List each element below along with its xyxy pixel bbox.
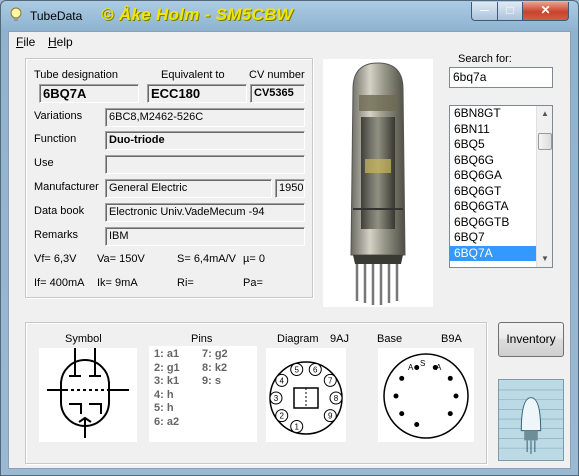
pin-entry: 8: k2 (202, 361, 228, 374)
base-diagram: S A A (378, 348, 474, 442)
base-pin-hole (393, 393, 399, 399)
base-pin-hole (447, 375, 453, 381)
manufacturer-field[interactable]: General Electric (105, 179, 272, 198)
designation-field[interactable]: 6BQ7A (39, 84, 139, 103)
inventory-button[interactable]: Inventory (498, 322, 564, 357)
pin-entry: 6: a2 (154, 415, 180, 428)
tube-symbol-diagram (39, 348, 137, 442)
pin-number: 8 (334, 394, 339, 403)
menu-file[interactable]: File (16, 35, 35, 49)
symbol-label: Symbol (65, 333, 102, 345)
spec-if: If= 400mA (34, 277, 85, 289)
window-title: TubeData (30, 9, 83, 23)
pin-entry: 7: g2 (202, 348, 228, 360)
remarks-label: Remarks (34, 229, 79, 241)
remarks-field[interactable]: IBM (105, 227, 305, 246)
diagram-code: 9AJ (330, 333, 349, 345)
tube-listbox[interactable]: 6BN8GT 6BN11 6BQ5 6BQ6G 6BQ6GA 6BQ6GT 6BQ6GTA 6… (449, 105, 553, 268)
base-pin-hole (447, 411, 453, 417)
base-mark-a1: A (408, 363, 414, 372)
pin-diagram: 1 234 5 6 789 (266, 348, 346, 442)
designation-label: Tube designation (34, 69, 118, 81)
spec-ri: Ri= (177, 277, 194, 289)
function-label: Function (34, 133, 77, 145)
base-mark-s: S (420, 359, 425, 368)
search-label: Search for: (458, 53, 512, 65)
pin-number: 4 (280, 376, 285, 385)
base-pin-hole (414, 364, 420, 370)
pin-entry: 9: s (202, 375, 221, 387)
menu-bar: File Help (9, 32, 570, 51)
equivalent-label: Equivalent to (161, 69, 225, 81)
databook-label: Data book (34, 205, 85, 217)
spec-vf: Vf= 6,3V (34, 253, 77, 265)
variations-field[interactable]: 6BC8,M2462-526C (105, 108, 305, 127)
pin-entry: 5: h (154, 402, 174, 414)
databook-field[interactable]: Electronic Univ.VadeMecum -94 (105, 203, 305, 222)
main-window: TubeData © Åke Holm - SM5CBW ─ □ ✕ File … (0, 0, 579, 476)
cv-label: CV number (249, 69, 305, 81)
pin-number: 9 (328, 412, 333, 421)
scrollbar-thumb[interactable] (538, 133, 552, 150)
pin-number: 2 (280, 412, 285, 421)
base-label: Base (377, 333, 403, 345)
spec-mu: µ= 0 (243, 253, 265, 265)
light-bulb-icon (10, 7, 22, 21)
client-area: File Help Tube designation Equivalent to… (8, 31, 571, 469)
base-code: B9A (441, 333, 462, 345)
function-field[interactable]: Duo-triode (105, 131, 305, 150)
variations-label: Variations (34, 110, 83, 122)
pins-list: 1: a1 2: g1 3: k1 4: h 5: h 6: a2 7: g2 8: k2 9:… (149, 346, 257, 442)
pin-number: 3 (274, 394, 279, 403)
close-button[interactable]: ✕ (522, 2, 569, 21)
tube-photo (323, 59, 433, 307)
author-watermark: © Åke Holm - SM5CBW (101, 5, 294, 24)
spec-va: Va= 150V (97, 253, 145, 265)
year-field[interactable]: 1950 (275, 179, 305, 198)
pin-entry: 4: h (154, 388, 174, 401)
scroll-down-arrow-icon[interactable]: ▼ (537, 251, 552, 267)
base-mark-a2: A (436, 363, 442, 372)
diagram-label: Diagram (277, 333, 319, 345)
manufacturer-label: Manufacturer (34, 181, 99, 193)
list-scrollbar[interactable]: ▲ ▼ (536, 106, 552, 267)
pins-label: Pins (191, 333, 213, 345)
spec-ik: Ik= 9mA (97, 277, 138, 289)
minimize-button[interactable]: ─ (471, 2, 498, 21)
pin-number: 1 (295, 423, 300, 432)
base-pin-hole (399, 411, 405, 417)
pin-entry: 1: a1 (154, 348, 180, 360)
base-pin-hole (414, 422, 420, 428)
use-field[interactable] (105, 155, 305, 174)
menu-help[interactable]: Help (48, 35, 73, 49)
pin-entry: 2: g1 (154, 361, 180, 374)
equivalent-field[interactable]: ECC180 (147, 84, 247, 103)
tube-logo-image (498, 379, 564, 461)
spec-s: S= 6,4mA/V (177, 253, 237, 265)
scroll-up-arrow-icon[interactable]: ▲ (537, 106, 552, 122)
use-label: Use (34, 157, 54, 169)
maximize-button[interactable]: □ (497, 2, 523, 21)
pin-entry: 3: k1 (154, 375, 180, 387)
base-pin-hole (399, 375, 405, 381)
search-input[interactable]: 6bq7a (449, 67, 553, 88)
spec-pa: Pa= (243, 277, 263, 289)
pin-number: 5 (295, 365, 300, 374)
cv-field[interactable]: CV5365 (250, 84, 305, 103)
title-bar[interactable]: TubeData © Åke Holm - SM5CBW ─ □ ✕ (1, 1, 578, 31)
pin-number: 7 (328, 376, 333, 385)
pin-number: 6 (313, 365, 318, 374)
base-pin-hole (453, 393, 459, 399)
